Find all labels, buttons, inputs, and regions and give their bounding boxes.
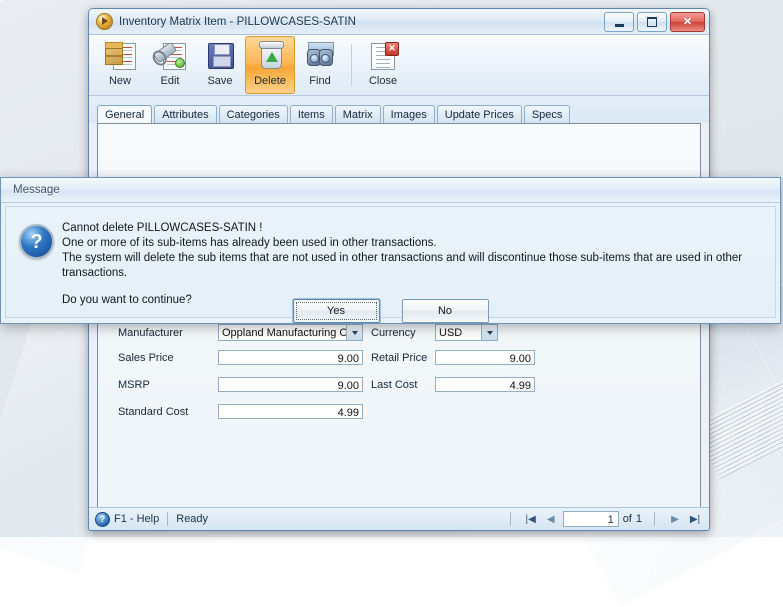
dialog-body: ? Cannot delete PILLOWCASES-SATIN ! One … [5,206,776,318]
minimize-button[interactable] [604,12,634,32]
binoculars-icon [304,41,336,71]
toolbar-button-delete[interactable]: Delete [245,36,295,94]
standard-cost-input[interactable]: 4.99 [218,404,363,419]
currency-label: Currency [371,327,435,339]
question-mark-icon: ? [19,224,54,259]
standard-cost-row: Standard Cost 4.99 [118,404,363,419]
tab-specs[interactable]: Specs [524,105,571,124]
sales-price-row: Sales Price 9.00 Retail Price 9.00 [118,350,535,365]
manufacturer-row: Manufacturer Oppland Manufacturing Co Cu… [118,324,498,341]
x-badge-icon: ✕ [385,42,399,56]
current-page-input[interactable]: 1 [563,511,619,527]
dialog-buttons: Yes No [6,299,775,323]
maximize-button[interactable] [637,12,667,32]
sales-price-label: Sales Price [118,352,218,364]
status-separator [167,512,168,526]
retail-price-input[interactable]: 9.00 [435,350,535,365]
toolbar-button-new[interactable]: New [95,36,145,94]
tab-general[interactable]: General [97,105,152,125]
toolbar-label: Find [309,75,330,87]
new-document-icon [104,41,136,71]
retail-price-label: Retail Price [371,352,435,364]
toolbar-label: New [109,75,131,87]
toolbar-button-save[interactable]: Save [195,36,245,94]
play-circle-icon [96,13,113,30]
msrp-row: MSRP 9.00 Last Cost 4.99 [118,377,535,392]
close-icon: ✕ [671,13,704,31]
main-toolbar: New Edit Save Delete [89,35,709,96]
prev-record-button[interactable]: ◀ [543,514,559,525]
window-titlebar: Inventory Matrix Item - PILLOWCASES-SATI… [89,9,709,35]
tab-attributes[interactable]: Attributes [154,105,216,124]
currency-value: USD [436,325,481,340]
dialog-message: Cannot delete PILLOWCASES-SATIN ! One or… [62,221,765,308]
tab-categories[interactable]: Categories [219,105,288,124]
toolbar-button-close[interactable]: ✕ Close [358,36,408,94]
dialog-line-2: One or more of its sub-items has already… [62,236,765,251]
dialog-line-3: The system will delete the sub items tha… [62,251,765,281]
minimize-icon [605,13,633,31]
tab-items[interactable]: Items [290,105,333,124]
tab-update-prices[interactable]: Update Prices [437,105,522,124]
toolbar-label: Close [369,75,397,87]
chevron-down-icon[interactable] [481,325,497,340]
manufacturer-select[interactable]: Oppland Manufacturing Co [218,324,363,341]
toolbar-label: Delete [254,75,286,87]
dialog-spacer [62,281,765,293]
recycle-bin-icon [254,41,286,71]
tab-images[interactable]: Images [383,105,435,124]
msrp-label: MSRP [118,379,218,391]
maximize-icon [638,13,666,31]
manufacturer-value: Oppland Manufacturing Co [219,325,346,340]
status-state: Ready [176,513,208,525]
toolbar-label: Edit [161,75,180,87]
total-pages-label: 1 [636,513,642,525]
toolbar-label: Save [207,75,232,87]
tab-strip: General Attributes Categories Items Matr… [89,96,709,123]
manufacturer-label: Manufacturer [118,327,218,339]
window-controls: ✕ [604,12,705,32]
status-separator [654,512,655,526]
msrp-input[interactable]: 9.00 [218,377,363,392]
last-record-button[interactable]: ▶| [687,514,703,525]
last-cost-input[interactable]: 4.99 [435,377,535,392]
status-separator [510,512,511,526]
currency-select[interactable]: USD [435,324,498,341]
dialog-title: Message [1,178,780,203]
close-button[interactable]: ✕ [670,12,705,32]
help-icon[interactable]: ? [95,512,110,527]
dialog-line-1: Cannot delete PILLOWCASES-SATIN ! [62,221,765,236]
window-title: Inventory Matrix Item - PILLOWCASES-SATI… [119,16,356,28]
last-cost-label: Last Cost [371,379,435,391]
edit-wrench-icon [154,41,186,71]
toolbar-button-edit[interactable]: Edit [145,36,195,94]
no-button[interactable]: No [402,299,489,323]
next-record-button[interactable]: ▶ [667,514,683,525]
chevron-down-icon[interactable] [346,325,362,340]
standard-cost-label: Standard Cost [118,406,218,418]
record-navigator: |◀ ◀ 1 of 1 ▶ ▶| [502,511,703,527]
sales-price-input[interactable]: 9.00 [218,350,363,365]
first-record-button[interactable]: |◀ [523,514,539,525]
yes-button[interactable]: Yes [293,299,380,323]
tab-matrix[interactable]: Matrix [335,105,381,124]
floppy-disk-icon [204,41,236,71]
message-dialog: Message ? Cannot delete PILLOWCASES-SATI… [0,177,781,324]
toolbar-separator [351,44,352,86]
help-label[interactable]: F1 - Help [114,513,159,525]
toolbar-button-find[interactable]: Find [295,36,345,94]
status-bar: ? F1 - Help Ready |◀ ◀ 1 of 1 ▶ ▶| [89,507,709,530]
of-label: of [623,513,632,525]
close-document-icon: ✕ [367,41,399,71]
